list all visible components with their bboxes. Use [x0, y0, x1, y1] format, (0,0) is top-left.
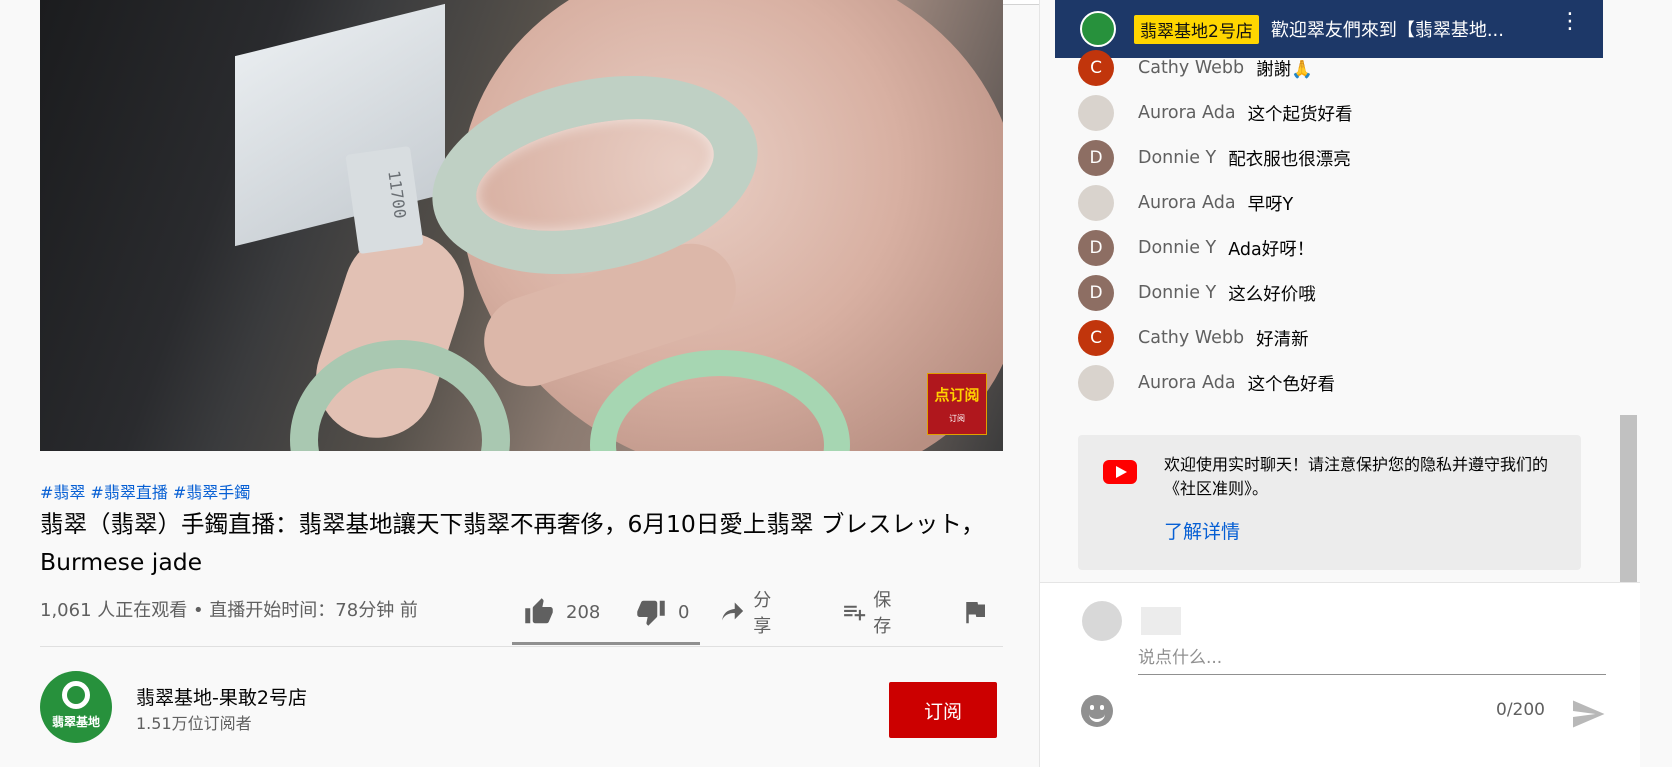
- channel-name[interactable]: 翡翠基地-果敢2号店: [136, 683, 307, 710]
- more-vert-icon[interactable]: ⋮: [1559, 11, 1581, 33]
- welcome-text: 欢迎使用实时聊天！请注意保护您的隐私并遵守我们的《社区准则》。: [1164, 455, 1549, 498]
- chat-message: Aurora Ada 这个起货好看: [1078, 93, 1353, 133]
- save-label: 保存: [873, 590, 892, 637]
- hashtag-link[interactable]: #翡翠手鐲: [173, 483, 250, 502]
- author-avatar[interactable]: C: [1078, 320, 1114, 356]
- author-name[interactable]: Donnie Y: [1138, 238, 1216, 258]
- author-avatar[interactable]: C: [1078, 50, 1114, 86]
- message-text: 这个起货好看: [1247, 104, 1353, 125]
- author-name[interactable]: Donnie Y: [1138, 283, 1216, 303]
- message-text: 早呀Y: [1247, 194, 1294, 215]
- save-button[interactable]: 保存: [842, 590, 900, 637]
- playlist-add-icon: [844, 605, 866, 621]
- author-name[interactable]: Donnie Y: [1138, 148, 1216, 168]
- share-icon: [722, 602, 744, 621]
- share-button[interactable]: 分享: [720, 590, 780, 637]
- message-text: 好清新: [1256, 329, 1309, 350]
- emoji-icon[interactable]: [1081, 695, 1113, 727]
- report-button[interactable]: [960, 590, 990, 634]
- author-name[interactable]: Cathy Webb: [1138, 58, 1244, 78]
- flag-icon: [966, 602, 985, 624]
- author-avatar[interactable]: D: [1078, 230, 1114, 266]
- like-count: 208: [566, 601, 601, 623]
- chat-message: Aurora Ada 这个色好看: [1078, 363, 1335, 403]
- channel-avatar[interactable]: 翡翠基地: [40, 671, 112, 743]
- author-avatar[interactable]: D: [1078, 275, 1114, 311]
- chat-welcome-notice: 欢迎使用实时聊天！请注意保护您的隐私并遵守我们的《社区准则》。 了解详情: [1078, 435, 1581, 570]
- author-avatar[interactable]: [1078, 95, 1114, 131]
- channel-logo-ring: [62, 681, 90, 709]
- subscriber-count: 1.51万位订阅者: [136, 714, 252, 733]
- view-count: 1,061 人正在观看 • 直播开始时间：78分钟 前: [40, 600, 418, 621]
- share-label: 分享: [753, 590, 772, 637]
- pinned-author-badge: 翡翠基地2号店: [1134, 14, 1259, 44]
- action-bar: 208 0 分享 保存: [512, 590, 985, 646]
- chat-scrollbar[interactable]: [1620, 415, 1637, 582]
- video-player[interactable]: 11700 点订阅 订阅: [40, 0, 1003, 451]
- dislike-button[interactable]: 0: [634, 590, 689, 634]
- chat-message: D Donnie Y Ada好呀！: [1078, 228, 1314, 268]
- learn-more-link[interactable]: 了解详情: [1164, 517, 1240, 544]
- message-text: 配衣服也很漂亮: [1228, 149, 1351, 170]
- subscribe-watermark-text: 点订阅: [934, 386, 980, 404]
- author-name[interactable]: Aurora Ada: [1138, 193, 1236, 213]
- message-text: 这个色好看: [1247, 374, 1336, 395]
- like-sentiment-bar: [512, 642, 700, 645]
- author-name[interactable]: Aurora Ada: [1138, 103, 1236, 123]
- pinned-avatar: [1080, 11, 1116, 47]
- author-name[interactable]: Cathy Webb: [1138, 328, 1244, 348]
- chat-message-input[interactable]: [1138, 641, 1606, 675]
- send-icon[interactable]: [1570, 696, 1606, 732]
- thumb-up-icon: [525, 598, 553, 624]
- chat-message: D Donnie Y 这么好价哦: [1078, 273, 1316, 313]
- author-avatar[interactable]: D: [1078, 140, 1114, 176]
- message-text: 謝謝🙏: [1256, 59, 1313, 80]
- author-name[interactable]: Aurora Ada: [1138, 373, 1236, 393]
- hashtag-link[interactable]: #翡翠直播: [90, 483, 167, 502]
- thumb-down-icon: [637, 600, 665, 626]
- channel-avatar-text: 翡翠基地: [51, 715, 100, 729]
- hashtag-list: #翡翠 #翡翠直播 #翡翠手鐲: [40, 479, 255, 503]
- subscribe-watermark[interactable]: 点订阅 订阅: [927, 373, 987, 435]
- subscribe-watermark-small: 订阅: [949, 414, 965, 423]
- message-text: Ada好呀！: [1228, 239, 1315, 260]
- page: 11700 点订阅 订阅 #翡翠 #翡翠直播 #翡翠手鐲 翡翠（翡翠）手鐲直播：翡翠…: [0, 0, 1672, 767]
- dislike-count: 0: [678, 601, 690, 623]
- pinned-text: 歡迎翠友們來到【翡翠基地...: [1270, 20, 1504, 41]
- chat-message: D Donnie Y 配衣服也很漂亮: [1078, 138, 1351, 178]
- user-avatar: [1082, 601, 1122, 641]
- subscribe-button[interactable]: 订阅: [889, 682, 997, 738]
- chat-message: C Cathy Webb 謝謝🙏: [1078, 48, 1313, 88]
- chat-messages[interactable]: 翡翠基地2号店 歡迎翠友們來到【翡翠基地... ⋮ C Cathy Webb 謝謝🙏…: [1040, 0, 1640, 582]
- video-frame-price-tag: [345, 145, 424, 255]
- live-chat-panel: 翡翠基地2号店 歡迎翠友們來到【翡翠基地... ⋮ C Cathy Webb 謝謝🙏…: [1039, 0, 1640, 767]
- author-avatar[interactable]: [1078, 185, 1114, 221]
- divider: [40, 646, 1003, 647]
- hashtag-link[interactable]: #翡翠: [40, 483, 85, 502]
- video-title: 翡翠（翡翠）手鐲直播：翡翠基地讓天下翡翠不再奢侈，6月10日愛上翡翠 ブレスレッ…: [40, 510, 985, 576]
- chat-message: Aurora Ada 早呀Y: [1078, 183, 1293, 223]
- message-text: 这么好价哦: [1228, 284, 1316, 305]
- youtube-logo-icon: [1103, 460, 1137, 484]
- chat-input-area: 0/200: [1040, 582, 1640, 767]
- user-name: [1141, 607, 1181, 635]
- chat-message: C Cathy Webb 好清新: [1078, 318, 1309, 358]
- author-avatar[interactable]: [1078, 365, 1114, 401]
- char-counter: 0/200: [1496, 700, 1545, 720]
